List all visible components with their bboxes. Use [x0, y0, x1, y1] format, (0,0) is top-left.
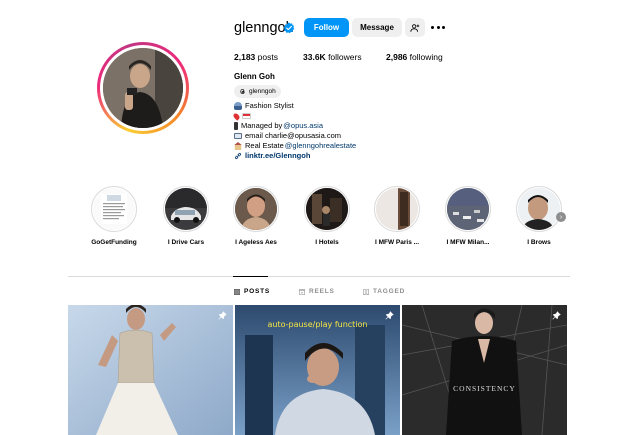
flag-icon — [242, 113, 251, 119]
bio-line-location — [232, 111, 356, 121]
tabs-divider — [68, 276, 570, 277]
highlight-label: GoGetFunding — [91, 239, 137, 246]
dot — [431, 25, 434, 29]
highlight-item[interactable]: I MFW Milan... — [438, 186, 498, 246]
post-thumbnail[interactable] — [68, 305, 233, 435]
highlight-label: I MFW Paris ... — [374, 239, 420, 246]
bio-line-website: linktr.ee/Glenngoh — [234, 151, 356, 161]
highlight-label: I MFW Milan... — [446, 239, 490, 246]
phone-icon — [234, 122, 238, 130]
person-icon — [234, 102, 242, 110]
bio-managed-prefix: Managed by — [241, 121, 283, 130]
tab-reels[interactable]: REELS — [299, 288, 335, 295]
highlight-label: I Drive Cars — [167, 239, 205, 246]
threads-handle: glenngoh — [249, 88, 276, 95]
bio-line-title: Fashion Stylist — [234, 101, 356, 111]
highlight-cover — [518, 188, 560, 230]
highlight-ring — [91, 186, 137, 232]
tab-posts[interactable]: POSTS — [234, 288, 270, 295]
stat-followers[interactable]: 33.6K followers — [303, 52, 362, 62]
chevron-right-icon[interactable]: › — [556, 212, 566, 222]
stat-posts: 2,183 posts — [234, 52, 278, 62]
pin-icon — [385, 311, 394, 320]
profile-full-name: Glenn Goh — [234, 72, 275, 81]
highlight-label: I Hotels — [315, 239, 339, 246]
managed-link[interactable]: @opus.asia — [283, 121, 323, 131]
highlight-cover — [306, 188, 348, 230]
verified-icon — [283, 22, 295, 34]
active-tab-indicator — [233, 276, 268, 277]
highlight-cover — [376, 188, 418, 230]
stat-followers-label: followers — [328, 52, 362, 62]
highlight-ring — [516, 186, 562, 232]
more-options-icon[interactable] — [431, 22, 445, 32]
post-image — [68, 305, 233, 435]
bio-line-realestate: Real Estate @glenngohrealestate — [234, 141, 356, 151]
bio-email: email charlie@opusasia.com — [245, 131, 341, 140]
stat-posts-label: posts — [257, 52, 278, 62]
highlight-cover — [93, 188, 135, 230]
grid-icon — [234, 288, 240, 295]
threads-icon — [240, 89, 245, 94]
post-thumbnail[interactable]: CONSISTENCY — [402, 305, 567, 435]
pin-icon — [552, 311, 561, 320]
post-image — [402, 305, 567, 435]
highlight-item[interactable]: I MFW Paris ... — [367, 186, 427, 246]
stat-following-count: 2,986 — [386, 52, 408, 62]
highlight-item[interactable]: I Ageless Aes — [226, 186, 286, 246]
post-caption: CONSISTENCY — [453, 384, 516, 393]
profile-bio: Fashion Stylist Managed by @opus.asia em… — [232, 101, 356, 161]
dot — [442, 25, 445, 29]
highlight-ring — [233, 186, 279, 232]
website-link[interactable]: linktr.ee/Glenngoh — [245, 151, 310, 161]
tab-tagged-label: TAGGED — [373, 288, 406, 295]
realestate-link[interactable]: @glenngohrealestate — [285, 141, 356, 151]
highlight-cover — [165, 188, 207, 230]
stat-posts-count: 2,183 — [234, 52, 256, 62]
highlight-ring — [163, 186, 209, 232]
dot — [436, 25, 440, 29]
highlight-ring — [445, 186, 491, 232]
bio-line-email: email charlie@opusasia.com — [234, 131, 356, 141]
reels-icon — [299, 288, 305, 295]
stat-followers-count: 33.6K — [303, 52, 326, 62]
highlight-cover — [235, 188, 277, 230]
pin-icon — [218, 311, 227, 320]
email-icon — [234, 133, 242, 139]
tab-posts-label: POSTS — [244, 288, 271, 295]
stat-following[interactable]: 2,986 following — [386, 52, 443, 62]
highlight-label: I Ageless Aes — [235, 239, 277, 246]
tab-reels-label: REELS — [309, 288, 335, 295]
follow-button[interactable]: Follow — [304, 18, 349, 37]
highlight-ring — [304, 186, 350, 232]
highlight-ring — [374, 186, 420, 232]
post-caption: auto-pause/play function — [267, 320, 368, 329]
highlight-cover — [447, 188, 489, 230]
suggested-accounts-button[interactable] — [405, 18, 425, 37]
highlight-label: I Brows — [527, 239, 551, 246]
avatar-photo — [103, 48, 183, 128]
house-icon — [234, 142, 242, 150]
bio-title: Fashion Stylist — [245, 101, 294, 110]
bio-line-managed: Managed by @opus.asia — [234, 121, 356, 131]
profile-avatar[interactable] — [97, 42, 189, 134]
message-button[interactable]: Message — [352, 18, 402, 37]
highlight-item[interactable]: I Hotels — [297, 186, 357, 246]
bio-realestate-prefix: Real Estate — [245, 141, 284, 150]
highlight-item[interactable]: GoGetFunding — [84, 186, 144, 246]
post-thumbnail[interactable]: auto-pause/play function — [235, 305, 400, 435]
add-person-icon — [410, 23, 420, 32]
highlight-item[interactable]: I Drive Cars — [156, 186, 216, 246]
tab-tagged[interactable]: TAGGED — [363, 288, 405, 295]
threads-badge[interactable]: glenngoh — [234, 85, 281, 98]
avatar-inner — [100, 45, 186, 131]
tagged-icon — [363, 288, 369, 295]
link-icon — [234, 152, 242, 160]
pin-emoji-icon — [232, 111, 241, 121]
stat-following-label: following — [409, 52, 443, 62]
